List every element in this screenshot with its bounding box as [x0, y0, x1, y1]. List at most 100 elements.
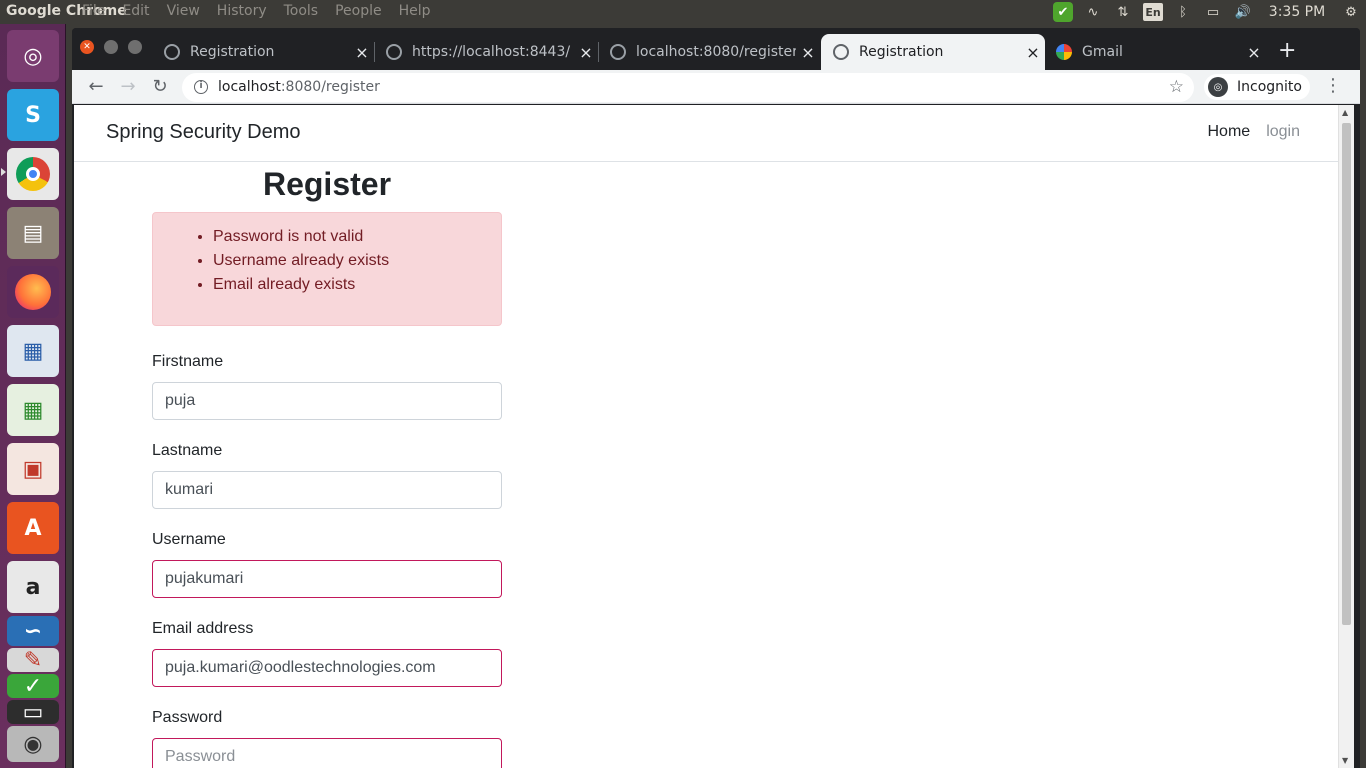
password-group: Password: [152, 706, 502, 768]
wave-icon[interactable]: ∿: [1078, 0, 1108, 24]
username-label: Username: [152, 531, 226, 548]
tab-registration-1[interactable]: Registration ×: [152, 34, 375, 70]
page-title: Register: [262, 166, 392, 202]
impress-icon[interactable]: ▣: [7, 443, 59, 495]
menu-people[interactable]: People: [335, 3, 382, 19]
globe-icon: [610, 44, 626, 60]
new-tab-icon[interactable]: +: [1278, 38, 1296, 63]
lastname-group: Lastname: [152, 439, 502, 509]
writer-icon[interactable]: ▦: [7, 325, 59, 377]
close-icon[interactable]: ×: [796, 43, 820, 62]
close-icon[interactable]: ×: [1242, 43, 1266, 62]
close-icon[interactable]: ×: [1021, 43, 1045, 62]
tab-label: Gmail: [1082, 44, 1123, 60]
menu-help[interactable]: Help: [399, 3, 431, 19]
scrollbar-thumb[interactable]: [1342, 123, 1351, 625]
menu-edit[interactable]: Edit: [122, 3, 149, 19]
scroll-down-icon[interactable]: ▼: [1342, 756, 1348, 765]
firstname-field[interactable]: [152, 382, 502, 420]
window-close-icon[interactable]: ✕: [80, 40, 94, 54]
username-group: Username: [152, 528, 502, 598]
error-list: Password is not valid Username already e…: [193, 225, 501, 297]
google-icon: [1056, 44, 1072, 60]
app-3-icon[interactable]: ✓: [7, 674, 59, 699]
skype-icon[interactable]: S: [7, 89, 59, 141]
window-minimize-icon[interactable]: [104, 40, 118, 54]
menu-tools[interactable]: Tools: [284, 3, 319, 19]
nav-home-link[interactable]: Home: [1208, 123, 1251, 141]
info-icon[interactable]: i: [194, 80, 208, 94]
incognito-label: Incognito: [1237, 79, 1302, 95]
lastname-label: Lastname: [152, 442, 223, 459]
address-bar[interactable]: i localhost:8080/register ☆: [182, 73, 1194, 102]
error-alert: Password is not valid Username already e…: [152, 212, 502, 326]
page-viewport: Spring Security Demo Home login Register…: [74, 105, 1338, 768]
nav-links: Home login: [1208, 123, 1301, 141]
error-item: Password is not valid: [213, 225, 501, 249]
tab-label: Registration: [859, 44, 944, 60]
gear-icon[interactable]: ⚙: [1336, 0, 1366, 24]
calc-icon[interactable]: ▦: [7, 384, 59, 436]
chrome-icon[interactable]: [7, 148, 59, 200]
tab-label: Registration: [190, 44, 275, 60]
error-item: Email already exists: [213, 273, 501, 297]
url-text: localhost:8080/register: [218, 79, 380, 95]
bluetooth-icon[interactable]: ᛒ: [1168, 0, 1198, 24]
tab-localhost-8443[interactable]: https://localhost:8443/ ×: [374, 34, 599, 70]
update-indicator[interactable]: ✔: [1048, 0, 1078, 24]
volume-icon[interactable]: 🔊: [1228, 0, 1258, 24]
network-icon[interactable]: ⇅: [1108, 0, 1138, 24]
scroll-up-icon[interactable]: ▲: [1342, 108, 1348, 117]
app-1-icon[interactable]: ∽: [7, 616, 59, 646]
incognito-badge[interactable]: ◎ Incognito: [1204, 74, 1310, 100]
globe-icon: [164, 44, 180, 60]
keyboard-indicator[interactable]: En: [1138, 0, 1168, 24]
software-center-icon[interactable]: A: [7, 502, 59, 554]
menu-file[interactable]: File: [82, 3, 105, 19]
battery-icon[interactable]: ▭: [1198, 0, 1228, 24]
system-tray: ✔ ∿ ⇅ En ᛒ ▭ 🔊 3:35 PM ⚙: [1048, 0, 1366, 24]
email-label: Email address: [152, 620, 254, 637]
ubuntu-dash-icon[interactable]: ◎: [7, 30, 59, 82]
back-icon[interactable]: ←: [84, 75, 108, 99]
tab-label: https://localhost:8443/: [412, 44, 571, 60]
clock[interactable]: 3:35 PM: [1258, 0, 1336, 24]
nav-login-link[interactable]: login: [1266, 123, 1300, 141]
password-field[interactable]: [152, 738, 502, 768]
tab-localhost-register[interactable]: localhost:8080/register ×: [598, 34, 820, 70]
star-icon[interactable]: ☆: [1169, 77, 1184, 97]
amazon-icon[interactable]: a: [7, 561, 59, 613]
password-label: Password: [152, 709, 223, 726]
menu-view[interactable]: View: [167, 3, 200, 19]
forward-icon[interactable]: →: [116, 75, 140, 99]
tab-registration-active[interactable]: Registration ×: [821, 34, 1045, 70]
close-icon[interactable]: ×: [574, 43, 598, 62]
firefox-icon[interactable]: [7, 266, 59, 318]
menu-history[interactable]: History: [217, 3, 267, 19]
app-5-icon[interactable]: ◉: [7, 726, 59, 762]
app-menu: File Edit View History Tools People Help: [82, 3, 448, 19]
globe-icon: [833, 44, 849, 60]
more-menu-icon[interactable]: ⋮: [1324, 75, 1342, 96]
incognito-icon: ◎: [1208, 77, 1228, 97]
checkmark-icon: ✔: [1053, 2, 1073, 22]
browser-window: ✕ Registration × https://localhost:8443/…: [72, 28, 1360, 768]
lastname-field[interactable]: [152, 471, 502, 509]
app-4-icon[interactable]: ▭: [7, 700, 59, 725]
tab-gmail[interactable]: Gmail ×: [1044, 34, 1266, 70]
close-icon[interactable]: ×: [350, 43, 374, 62]
files-icon[interactable]: ▤: [7, 207, 59, 259]
app-2-icon[interactable]: ✎: [7, 648, 59, 673]
running-indicator: [1, 168, 6, 176]
site-navbar: Spring Security Demo Home login: [74, 105, 1338, 162]
page-scrollbar[interactable]: ▲ ▼: [1338, 105, 1354, 768]
reload-icon[interactable]: ↻: [148, 75, 172, 99]
email-field[interactable]: [152, 649, 502, 687]
url-host: localhost: [218, 79, 281, 95]
window-maximize-icon[interactable]: [128, 40, 142, 54]
top-panel: Google Chrome File Edit View History Too…: [0, 0, 1366, 24]
username-field[interactable]: [152, 560, 502, 598]
tab-label: localhost:8080/register: [636, 44, 796, 60]
site-brand[interactable]: Spring Security Demo: [106, 121, 301, 144]
launcher: ◎ S ▤ ▦ ▦ ▣ A a ∽ ✎ ✓ ▭ ◉: [0, 24, 66, 768]
